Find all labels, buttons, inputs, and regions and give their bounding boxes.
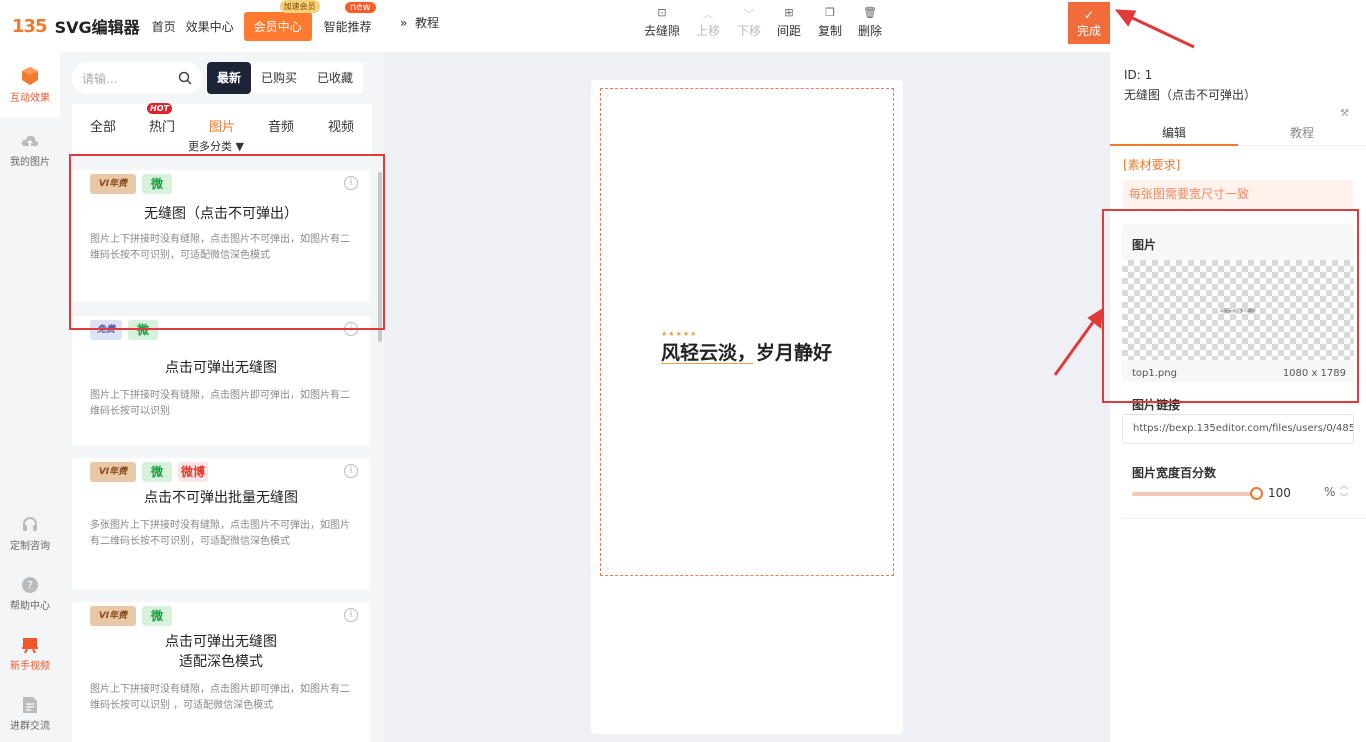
arrow-to-done [1123, 12, 1195, 49]
arrow-head-done [1114, 9, 1137, 27]
arrow-to-image [1053, 317, 1098, 376]
annotation-arrows [1053, 9, 1195, 376]
